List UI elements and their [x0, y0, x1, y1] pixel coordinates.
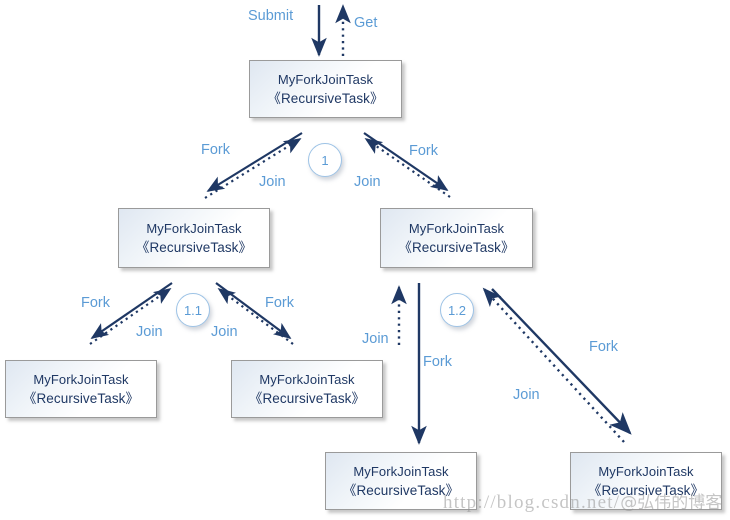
- label-fork-n1-left: Fork: [81, 295, 110, 311]
- task-node-level2-b[interactable]: MyForkJoinTask 《RecursiveTask》: [231, 360, 383, 418]
- task-stereotype: 《RecursiveTask》: [342, 483, 460, 498]
- task-stereotype: 《RecursiveTask》: [135, 240, 253, 255]
- label-submit: Submit: [248, 8, 294, 24]
- task-class-name: MyForkJoinTask: [259, 372, 355, 387]
- task-node-level1-left[interactable]: MyForkJoinTask 《RecursiveTask》: [118, 208, 270, 268]
- edge-fork-n2-n2b: [491, 288, 632, 435]
- label-fork-n2-vertical: Fork: [423, 354, 452, 370]
- label-join-root-right: Join: [354, 174, 381, 190]
- task-node-level2-d[interactable]: MyForkJoinTask 《RecursiveTask》: [570, 452, 722, 510]
- label-join-n2-vertical: Join: [362, 331, 389, 347]
- task-class-name: MyForkJoinTask: [277, 72, 374, 87]
- step-badge-label: 1.1: [183, 302, 203, 318]
- task-stereotype: 《RecursiveTask》: [398, 240, 515, 255]
- step-badge-1-2: 1.2: [440, 293, 474, 327]
- label-fork-n2-diagonal: Fork: [589, 339, 618, 355]
- step-badge-1: 1: [308, 143, 342, 177]
- task-node-root[interactable]: MyForkJoinTask 《RecursiveTask》: [249, 60, 402, 118]
- label-get: Get: [354, 15, 378, 31]
- task-node-level2-a[interactable]: MyForkJoinTask 《RecursiveTask》: [5, 360, 157, 418]
- task-stereotype: 《RecursiveTask》: [22, 391, 140, 406]
- step-badge-label: 1: [321, 152, 329, 168]
- step-badge-label: 1.2: [447, 302, 467, 318]
- task-stereotype: 《RecursiveTask》: [248, 391, 366, 406]
- task-class-name: MyForkJoinTask: [353, 464, 449, 479]
- label-fork-root-right: Fork: [409, 143, 438, 159]
- label-join-n1-left: Join: [136, 324, 163, 340]
- task-class-name: MyForkJoinTask: [146, 221, 242, 236]
- label-fork-root-left: Fork: [201, 142, 230, 158]
- label-fork-n1-right: Fork: [265, 295, 294, 311]
- task-node-level1-right[interactable]: MyForkJoinTask 《RecursiveTask》: [380, 208, 533, 268]
- label-join-n1-right: Join: [211, 324, 238, 340]
- label-join-n2-diagonal: Join: [513, 387, 540, 403]
- task-node-level2-c[interactable]: MyForkJoinTask 《RecursiveTask》: [325, 452, 477, 510]
- task-stereotype: 《RecursiveTask》: [587, 483, 705, 498]
- task-class-name: MyForkJoinTask: [408, 221, 505, 236]
- task-class-name: MyForkJoinTask: [598, 464, 694, 479]
- forkjoin-diagram: MyForkJoinTask 《RecursiveTask》 MyForkJoi…: [0, 0, 730, 520]
- task-stereotype: 《RecursiveTask》: [267, 91, 384, 106]
- edge-join-n2b-n2: [482, 287, 625, 443]
- step-badge-1-1: 1.1: [176, 293, 210, 327]
- label-join-root-left: Join: [259, 174, 286, 190]
- task-class-name: MyForkJoinTask: [33, 372, 129, 387]
